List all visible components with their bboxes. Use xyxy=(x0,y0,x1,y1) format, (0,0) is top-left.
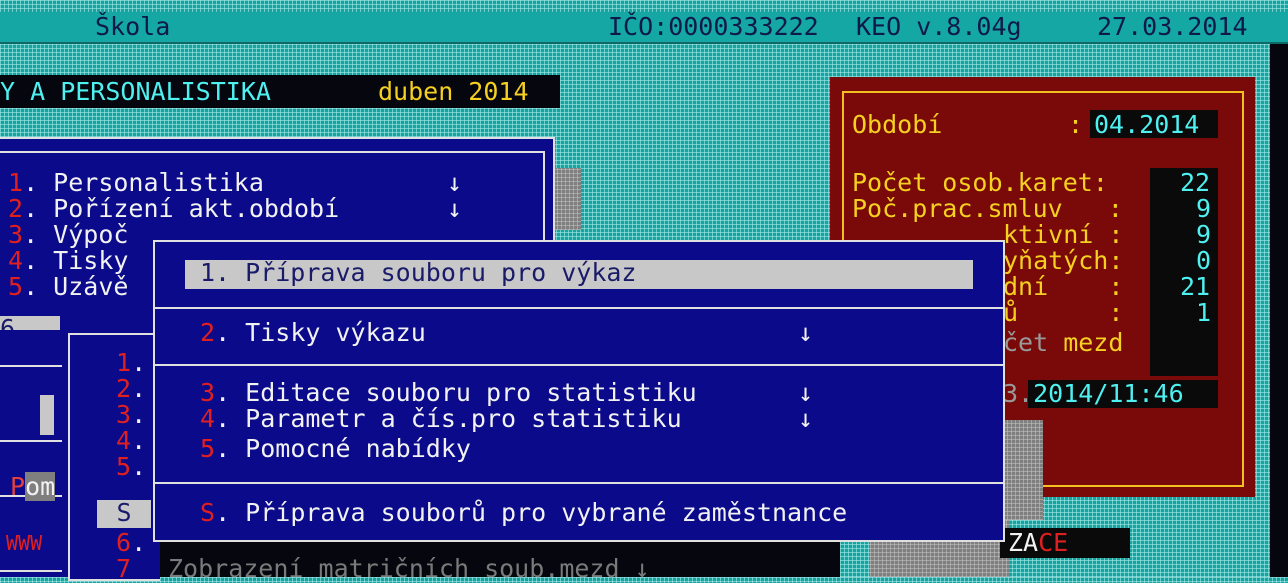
www-label[interactable]: WWW xyxy=(6,530,42,556)
zace-label: ZACE xyxy=(1008,528,1069,557)
submenu-item-5[interactable]: 5. xyxy=(116,454,146,480)
info-value-u: 1 xyxy=(1196,298,1212,327)
period-label: Období xyxy=(852,110,943,139)
info-label-karet: Počet osob.karet: xyxy=(852,168,1108,197)
chevron-down-icon: ↓ xyxy=(447,168,463,197)
chevron-down-icon: ↓ xyxy=(447,194,463,223)
popup-item-parametr[interactable]: 4. Parametr a čís.pro statistiku xyxy=(200,406,682,432)
module-title: Y A PERSONALISTIKA xyxy=(0,77,271,106)
popup-item-priprava-vykazu[interactable]: 1. Příprava souboru pro výkaz xyxy=(200,260,637,286)
info-label-dni: dní : xyxy=(1003,272,1124,301)
chevron-down-icon: ↓ xyxy=(798,378,814,407)
submenu-item-1[interactable]: 1. xyxy=(116,350,146,376)
divider xyxy=(0,365,62,367)
submenu-item-2[interactable]: 2. xyxy=(116,376,146,402)
divider xyxy=(0,570,62,572)
info-label-smluv: Poč.prac.smluv : xyxy=(852,194,1123,223)
menu-item-uzaverka[interactable]: 5. Uzávě xyxy=(8,274,128,300)
current-period: duben 2014 xyxy=(378,77,529,106)
scroll-handle[interactable] xyxy=(40,395,54,435)
menu-item-porizeni[interactable]: 2. Pořízení akt.období xyxy=(8,196,339,222)
matrix-files-item[interactable]: Zobrazení matričních soub.mezd ↓ xyxy=(168,556,650,582)
popup-item-tisky-vykazu[interactable]: 2. Tisky výkazu xyxy=(200,320,426,346)
submenu-item-6[interactable]: 6. xyxy=(116,530,146,556)
submenu-item-4[interactable]: 4. xyxy=(116,428,146,454)
submenu-item-7[interactable]: 7 xyxy=(116,556,131,582)
ico-label: IČO:0000333222 xyxy=(608,12,819,41)
info-label-aktivni: ktivní : xyxy=(1003,220,1124,249)
divider xyxy=(0,440,62,442)
info-label-u: ů : xyxy=(1003,298,1124,327)
version-label: KEO v.8.04g xyxy=(856,12,1022,41)
info-label-vynatych: yňatých: xyxy=(1003,246,1124,275)
period-value: 04.2014 xyxy=(1094,110,1200,139)
submenu-box xyxy=(68,333,160,581)
shadow-strip xyxy=(553,168,581,230)
info-value-smluv: 9 xyxy=(1196,194,1212,223)
submenu-item-3[interactable]: 3. xyxy=(116,402,146,428)
period-sep: : xyxy=(1068,110,1084,139)
chevron-down-icon: ↓ xyxy=(798,318,814,347)
popup-item-pomocne[interactable]: 5. Pomocné nabídky xyxy=(200,436,471,462)
date-label: 27.03.2014 xyxy=(1097,12,1248,41)
info-value-dni: 21 xyxy=(1180,272,1211,301)
chevron-down-icon: ↓ xyxy=(798,404,814,433)
school-name: Škola xyxy=(95,12,171,41)
title-bar: Škola IČO:0000333222 KEO v.8.04g 27.03.2… xyxy=(0,12,1288,44)
popup-item-vybrani-zamestnanci[interactable]: S. Příprava souborů pro vybrané zaměstna… xyxy=(200,500,847,526)
info-value-aktivni: 9 xyxy=(1196,220,1212,249)
shadow-strip xyxy=(1003,420,1043,520)
info-value-karet: 22 xyxy=(1180,168,1211,197)
menu-item-tisky[interactable]: 4. Tisky xyxy=(8,248,128,274)
menu-item-vypocet[interactable]: 3. Výpoč xyxy=(8,222,128,248)
info-value-vynatych: 0 xyxy=(1196,246,1212,275)
last-calc-label: čet mezd xyxy=(1003,328,1124,357)
right-edge xyxy=(1270,44,1288,577)
popup-item-editace[interactable]: 3. Editace souboru pro statistiku xyxy=(200,380,697,406)
module-band: Y A PERSONALISTIKA duben 2014 xyxy=(0,75,560,108)
pom-label[interactable]: Pom xyxy=(10,472,56,501)
last-calc-timestamp: 3.2014/11:46 xyxy=(1003,379,1184,408)
submenu-item-s[interactable]: S xyxy=(97,500,151,528)
menu-item-personalistika[interactable]: 1. Personalistika xyxy=(8,170,264,196)
